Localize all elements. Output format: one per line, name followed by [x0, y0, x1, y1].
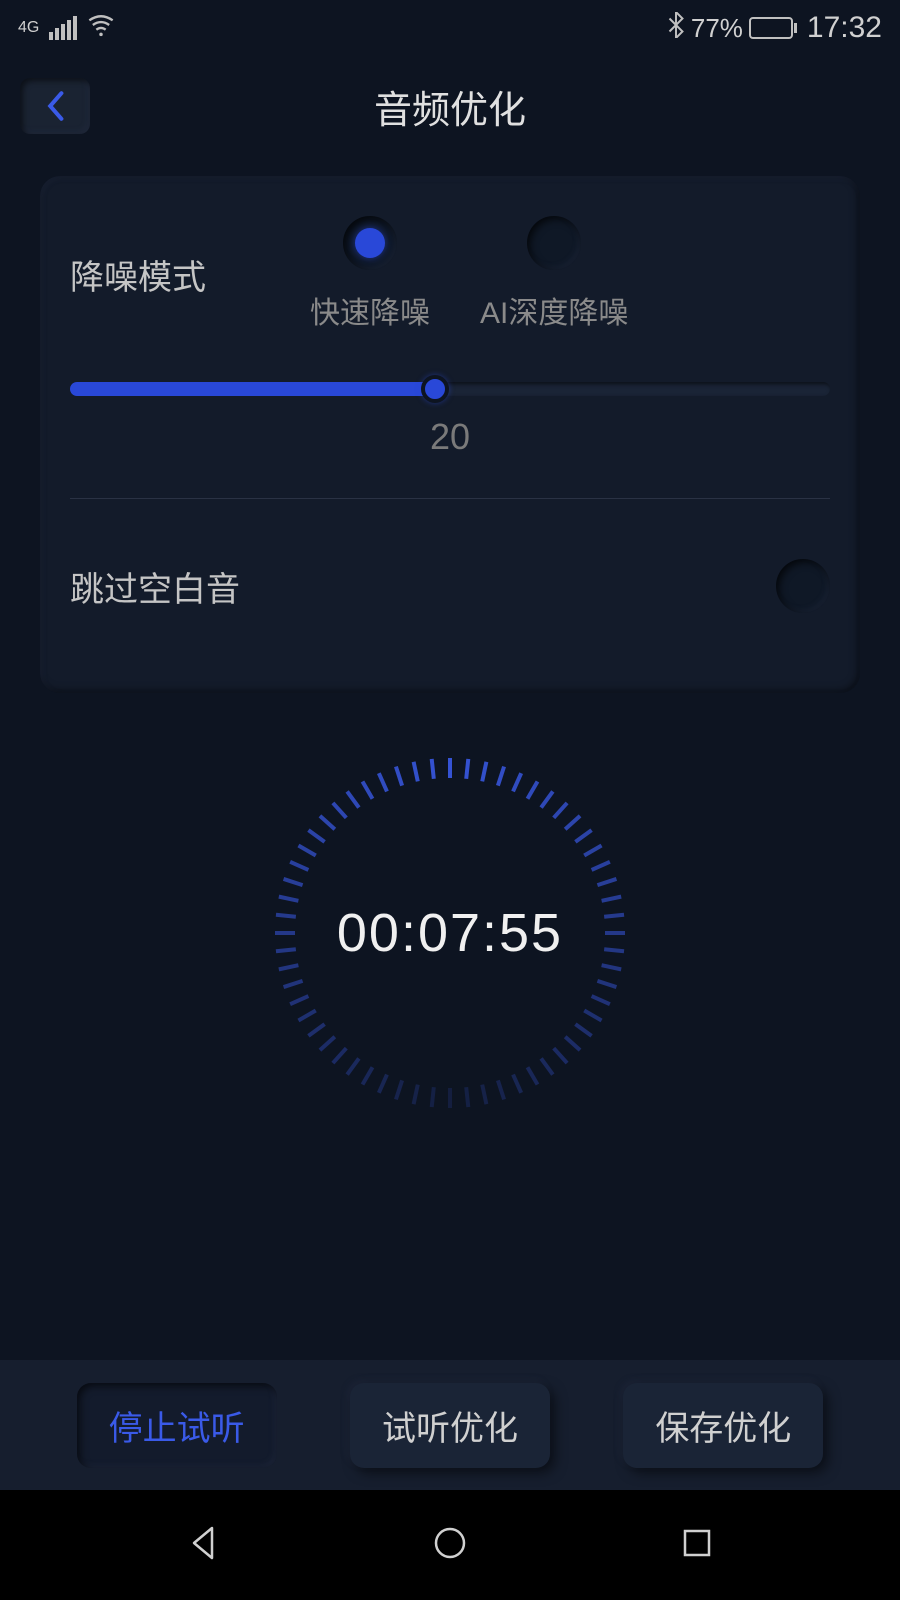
radio-fast-noise[interactable]: 快速降噪: [310, 216, 430, 332]
stop-preview-button[interactable]: 停止试听: [77, 1383, 277, 1468]
chevron-left-icon: [44, 90, 66, 122]
divider: [70, 498, 830, 499]
settings-card: 降噪模式 快速降噪 AI深度降噪 20 跳过空白音: [40, 176, 860, 693]
noise-slider[interactable]: [70, 382, 830, 396]
skip-silence-row: 跳过空白音: [70, 539, 830, 633]
noise-mode-label: 降噪模式: [70, 250, 310, 299]
nav-recent-icon[interactable]: [676, 1522, 718, 1569]
timer-section: 00:07:55: [0, 753, 900, 1113]
preview-optimize-button[interactable]: 试听优化: [350, 1383, 550, 1468]
action-bar: 停止试听 试听优化 保存优化: [0, 1360, 900, 1490]
radio-label-ai: AI深度降噪: [480, 288, 628, 332]
wifi-icon: [87, 13, 115, 44]
timer-ticks-icon: [270, 753, 630, 1113]
slider-thumb[interactable]: [421, 375, 449, 403]
skip-silence-label: 跳过空白音: [70, 562, 310, 611]
save-optimize-button[interactable]: 保存优化: [623, 1383, 823, 1468]
radio-indicator-selected: [343, 216, 397, 270]
header: 音频优化: [0, 56, 900, 156]
signal-icon: [49, 16, 77, 40]
bluetooth-icon: [667, 12, 685, 45]
noise-slider-section: 20: [70, 382, 830, 458]
network-type: 4G: [18, 20, 39, 36]
timer-circle: 00:07:55: [270, 753, 630, 1113]
status-bar: 4G 77% 17:32: [0, 0, 900, 56]
android-nav-bar: [0, 1490, 900, 1600]
back-button[interactable]: [20, 78, 90, 134]
slider-fill: [70, 382, 435, 396]
page-title: 音频优化: [374, 79, 526, 134]
skip-silence-toggle[interactable]: [776, 559, 830, 613]
radio-ai-deep-noise[interactable]: AI深度降噪: [480, 216, 628, 332]
radio-label-fast: 快速降噪: [310, 288, 430, 332]
nav-home-icon[interactable]: [429, 1522, 471, 1569]
nav-back-icon[interactable]: [182, 1522, 224, 1569]
battery-percent: 77%: [691, 13, 743, 44]
status-time: 17:32: [807, 11, 882, 45]
battery-icon: [749, 17, 797, 39]
radio-indicator-unselected: [527, 216, 581, 270]
noise-reduction-row: 降噪模式 快速降噪 AI深度降噪: [70, 216, 830, 332]
slider-value: 20: [70, 416, 830, 458]
